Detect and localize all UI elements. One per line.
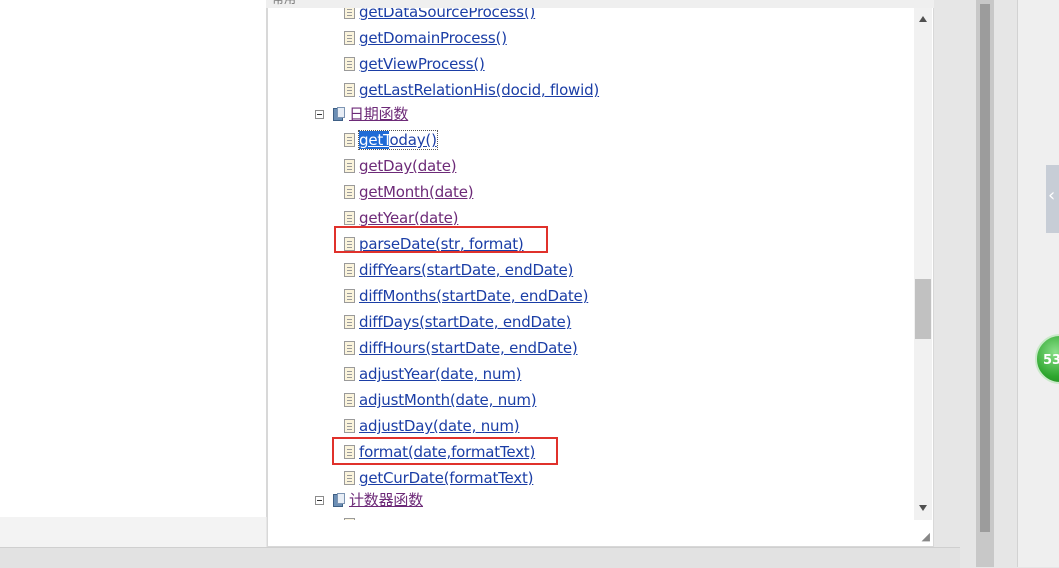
tree-item-label[interactable]: diffHours(startDate, endDate) [359, 339, 578, 357]
tree-item[interactable]: getCurDate(formatText) [344, 466, 534, 490]
tree-item-label[interactable]: getToday() [358, 130, 438, 150]
tree-category-counter[interactable]: 计数器函数 [315, 488, 423, 512]
collapse-minus-icon[interactable] [315, 495, 324, 505]
doc-icon [344, 367, 355, 381]
doc-icon [344, 83, 355, 97]
collapse-minus-icon[interactable] [315, 109, 324, 119]
tree-item-label[interactable]: diffYears(startDate, endDate) [359, 261, 573, 279]
sidebar-toggle[interactable]: ‹ [1046, 165, 1059, 233]
tree-item-label[interactable]: getDomainProcess() [359, 29, 507, 47]
left-pane-footer [0, 517, 266, 547]
tree-item-label[interactable]: getYear(date) [359, 209, 459, 227]
tree-category-date[interactable]: 日期函数 [315, 102, 408, 126]
tree-item[interactable]: adjustYear(date, num) [344, 362, 522, 386]
status-bar [0, 547, 960, 568]
resize-grip-icon[interactable]: ◢ [922, 531, 930, 542]
tree-item[interactable]: getDay(date) [344, 154, 457, 178]
tree-item[interactable]: getDataSourceProcess() [344, 8, 535, 24]
doc-icon [344, 471, 355, 485]
doc-icon [344, 211, 355, 225]
tree-category-label[interactable]: 日期函数 [349, 105, 408, 123]
panel-header-label: 常用 [272, 0, 296, 7]
outer-scrollbar[interactable] [976, 0, 994, 567]
tree-item-label[interactable]: adjustDay(date, num) [359, 417, 520, 435]
doc-icon [344, 419, 355, 433]
tree-item[interactable]: diffHours(startDate, endDate) [344, 336, 578, 360]
tree-item-label[interactable]: adjustYear(date, num) [359, 365, 522, 383]
tree-item-label[interactable]: parseDate(str, format) [359, 235, 524, 253]
tree-item[interactable]: diffMonths(startDate, endDate) [344, 284, 588, 308]
tree-item-label[interactable]: getDataSourceProcess() [359, 8, 535, 21]
scroll-up-icon[interactable] [919, 16, 927, 22]
tree-item-label[interactable]: getLastRelationHis(docid, flowid) [359, 81, 599, 99]
doc-icon [344, 445, 355, 459]
doc-icon [344, 393, 355, 407]
outer-scroll-thumb[interactable] [980, 4, 990, 532]
tree-item[interactable]: adjustDay(date, num) [344, 414, 520, 438]
chevron-left-icon: ‹ [1048, 185, 1056, 206]
tree-item-label[interactable]: getViewProcess() [359, 55, 485, 73]
doc-icon [344, 289, 355, 303]
tree-item[interactable]: format(date,formatText) [344, 440, 535, 464]
doc-icon [344, 341, 355, 355]
tree-item[interactable]: parseDate(str, format) [344, 232, 524, 256]
book-icon [333, 106, 346, 122]
tree-item[interactable]: adjustMonth(date, num) [344, 388, 537, 412]
tree-item-label-rest: oday() [389, 131, 437, 149]
tree-item-label[interactable]: adjustMonth(date, num) [359, 391, 537, 409]
tree-item[interactable]: getYear(date) [344, 206, 459, 230]
right-sidebar [1017, 0, 1059, 567]
doc-icon [344, 518, 355, 520]
function-tree: getDataSourceProcess() getDomainProcess(… [268, 8, 914, 520]
text-selection: getT [359, 131, 390, 149]
doc-icon [344, 159, 355, 173]
badge-count: 53 [1043, 353, 1059, 368]
tree-item-label[interactable]: format(date,formatText) [359, 443, 535, 461]
scroll-down-icon[interactable] [919, 505, 927, 511]
doc-icon [344, 31, 355, 45]
doc-icon [344, 8, 355, 19]
tree-category-label[interactable]: 计数器函数 [349, 491, 423, 509]
doc-icon [344, 263, 355, 277]
doc-icon [344, 315, 355, 329]
vertical-scrollbar[interactable] [914, 8, 932, 520]
tree-item-label[interactable]: getMonth(date) [359, 183, 474, 201]
tree-item-label[interactable]: diffDays(startDate, endDate) [359, 313, 571, 331]
tree-item[interactable]: getLastRelationHis(docid, flowid) [344, 78, 599, 102]
doc-icon [344, 185, 355, 199]
panel-header: 常用 [266, 0, 934, 8]
tree-item-selected[interactable]: getToday() [344, 128, 438, 152]
tree-item[interactable]: getMonth(date) [344, 180, 474, 204]
tree-item[interactable]: getViewProcess() [344, 52, 485, 76]
function-tree-panel: getDataSourceProcess() getDomainProcess(… [267, 8, 934, 547]
doc-icon [344, 133, 355, 147]
scroll-corner: ◢ [914, 520, 932, 544]
left-pane [0, 0, 267, 517]
book-icon [333, 492, 346, 508]
tree-item[interactable]: diffYears(startDate, endDate) [344, 258, 573, 282]
doc-icon [344, 237, 355, 251]
tree-item-label[interactable]: getDay(date) [359, 157, 457, 175]
tree-item-label[interactable]: diffMonths(startDate, endDate) [359, 287, 588, 305]
scroll-thumb[interactable] [915, 279, 931, 339]
tree-item[interactable]: diffDays(startDate, endDate) [344, 310, 571, 334]
tree-item-partial [344, 513, 359, 520]
tree-item-label[interactable]: getCurDate(formatText) [359, 469, 534, 487]
tree-item[interactable]: getDomainProcess() [344, 26, 507, 50]
doc-icon [344, 57, 355, 71]
